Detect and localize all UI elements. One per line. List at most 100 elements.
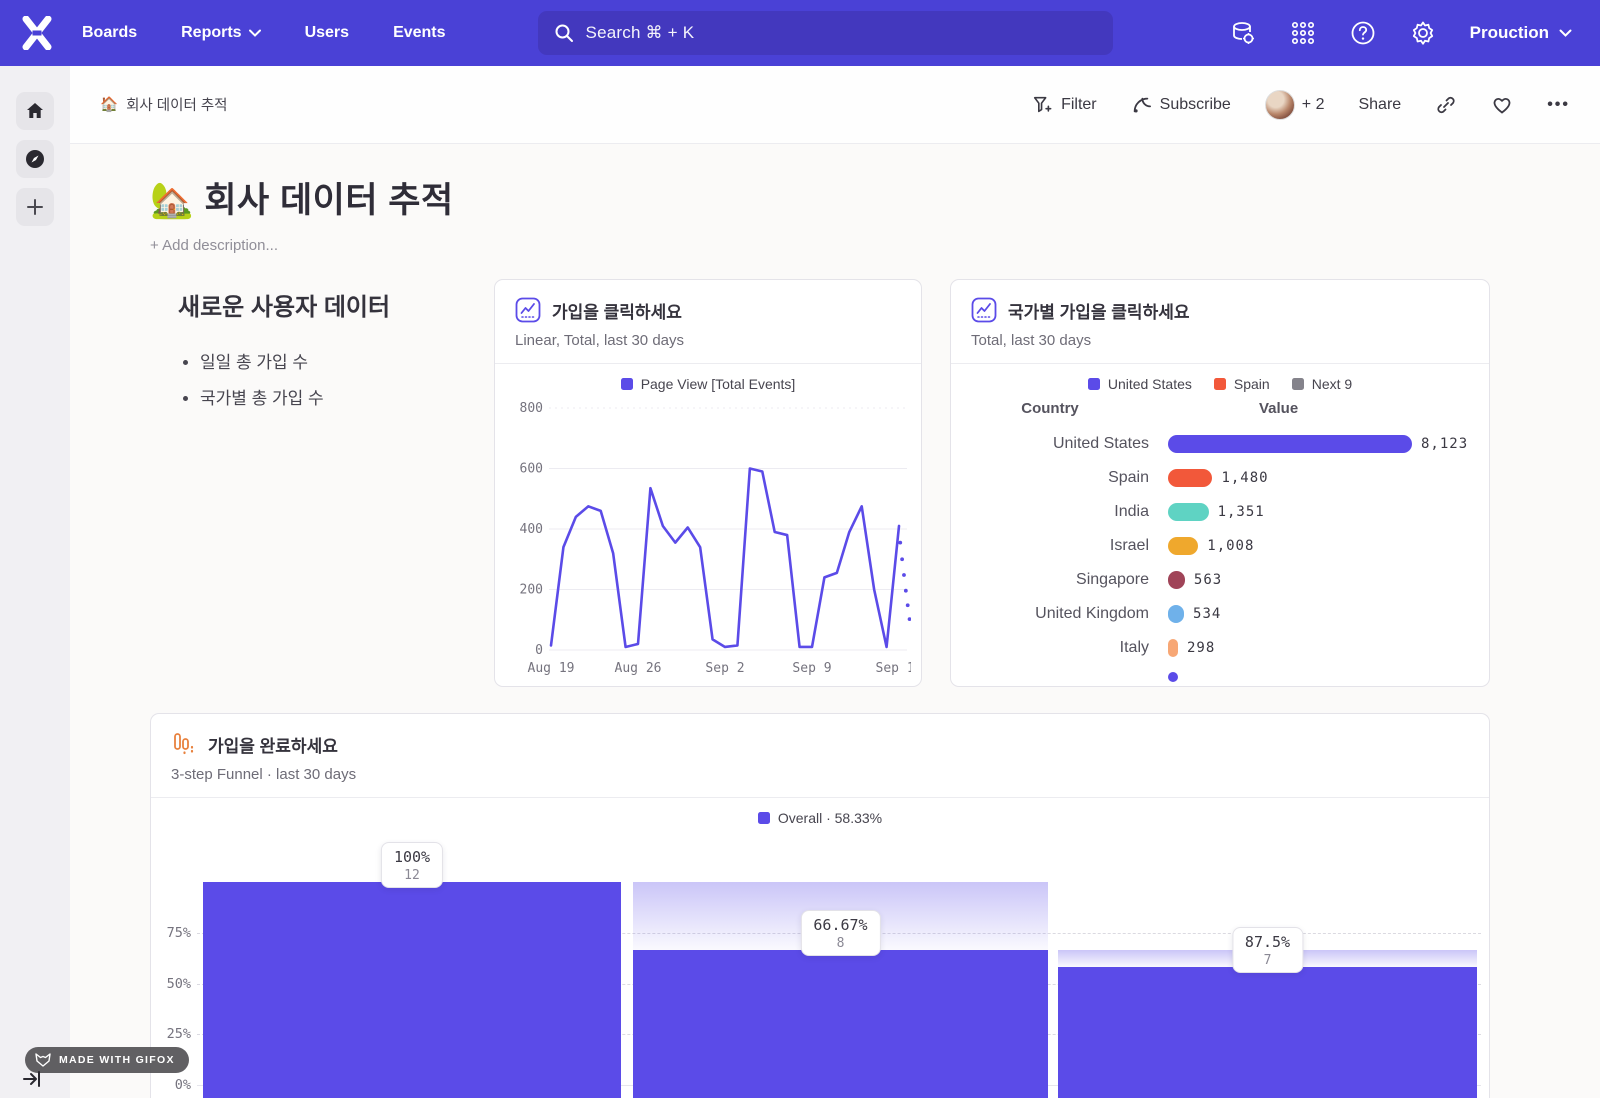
legend-item[interactable]: Page View [Total Events]	[621, 376, 796, 392]
text-tile[interactable]: 새로운 사용자 데이터 일일 총 가입 수국가별 총 가입 수	[150, 279, 480, 687]
more-menu-button[interactable]: •••	[1547, 96, 1570, 114]
table-row[interactable]: Singapore 563	[951, 563, 1489, 597]
line-chart-legend: Page View [Total Events]	[495, 376, 921, 392]
legend-swatch	[1088, 378, 1100, 390]
nav-item-events[interactable]: Events	[393, 24, 445, 42]
table-row[interactable]: India1,351	[951, 495, 1489, 529]
legend-label: United States	[1108, 376, 1192, 392]
legend-swatch	[1214, 378, 1226, 390]
nav-items: Boards Reports Users Events	[82, 24, 446, 42]
bar-chart-legend: United States Spain Next 9	[951, 376, 1489, 392]
filter-button[interactable]: Filter	[1032, 95, 1097, 115]
chevron-down-icon	[249, 29, 261, 37]
home-icon	[25, 101, 45, 121]
breadcrumb[interactable]: 🏠 회사 데이터 추적	[100, 94, 228, 115]
help-icon[interactable]	[1350, 20, 1376, 46]
y-axis-tick: 400	[520, 522, 543, 537]
country-label: United States	[951, 435, 1149, 453]
value-label: 563	[1194, 572, 1222, 588]
search-input[interactable]: Search ⌘ + K	[538, 11, 1113, 55]
text-tile-heading: 새로운 사용자 데이터	[178, 287, 470, 322]
line-chart-card[interactable]: 가입을 클릭하세요 Linear, Total, last 30 days Pa…	[494, 279, 922, 687]
apps-grid-icon[interactable]	[1290, 20, 1316, 46]
country-label: Singapore	[951, 571, 1149, 589]
text-tile-bullets: 일일 총 가입 수국가별 총 가입 수	[200, 348, 470, 409]
table-row[interactable]: Spain 1,480	[951, 461, 1489, 495]
filter-funnel-icon	[1032, 95, 1052, 115]
page-title: 🏡 회사 데이터 추적	[150, 172, 1600, 223]
step-count: 12	[394, 868, 430, 883]
subscribe-button[interactable]: Subscribe	[1131, 95, 1231, 115]
incomplete-data-dot	[906, 603, 910, 607]
incomplete-data-dot	[900, 557, 904, 561]
search-placeholder: Search ⌘ + K	[586, 23, 695, 43]
board-header-bar: 🏠 회사 데이터 추적 Filter Subscribe + 2 Share •…	[70, 66, 1600, 144]
value-label: 1,480	[1221, 470, 1268, 486]
insights-chart-icon	[515, 297, 541, 323]
incomplete-data-dot	[902, 573, 906, 577]
value-label: 1,008	[1207, 538, 1254, 554]
project-switcher[interactable]: Prouction	[1470, 23, 1572, 43]
step-count: 7	[1245, 953, 1290, 968]
step-conversion-pct: 100%	[394, 848, 430, 866]
step-count: 8	[813, 936, 867, 951]
funnel-chart-card[interactable]: 가입을 완료하세요 3-step Funnel · last 30 days O…	[150, 713, 1490, 1098]
nav-right-icons: Prouction	[1230, 20, 1600, 46]
legend-item[interactable]: United States	[1088, 376, 1192, 392]
funnel-step-bar[interactable]	[633, 950, 1048, 1098]
bar-chart-subtitle: Total, last 30 days	[971, 332, 1469, 349]
board-content: 🏡 회사 데이터 추적 + Add description... 새로운 사용자…	[70, 144, 1600, 1098]
table-row[interactable]: Israel1,008	[951, 529, 1489, 563]
line-chart-plot[interactable]: 8006004002000Aug 19Aug 26Sep 2Sep 9Sep 1…	[507, 394, 911, 680]
x-axis-tick: Aug 19	[528, 661, 575, 676]
country-label: United Kingdom	[951, 605, 1149, 623]
data-management-icon[interactable]	[1230, 20, 1256, 46]
value-bar	[1168, 571, 1185, 589]
column-header-value: Value	[1259, 400, 1298, 417]
line-series[interactable]	[551, 469, 899, 647]
y-axis-tick: 25%	[153, 1026, 191, 1042]
text-tile-bullet: 국가별 총 가입 수	[200, 384, 470, 409]
share-button[interactable]: Share	[1358, 96, 1401, 114]
bar-chart-card[interactable]: 국가별 가입을 클릭하세요 Total, last 30 days United…	[950, 279, 1490, 687]
line-chart-subtitle: Linear, Total, last 30 days	[515, 332, 901, 349]
collaborators[interactable]: + 2	[1265, 90, 1325, 120]
y-axis-tick: 600	[520, 462, 543, 477]
table-row[interactable]: Italy298	[951, 631, 1489, 665]
table-row[interactable]: United States8,123	[951, 427, 1489, 461]
value-bar	[1168, 503, 1209, 521]
country-label: Spain	[951, 469, 1149, 487]
x-axis-tick: Aug 26	[615, 661, 662, 676]
table-row[interactable]: United Kingdom534	[951, 597, 1489, 631]
sidebar-home-button[interactable]	[16, 92, 54, 130]
text-tile-bullet: 일일 총 가입 수	[200, 348, 470, 373]
collapse-sidebar-icon[interactable]	[22, 1070, 42, 1088]
legend-item[interactable]: Next 9	[1292, 376, 1352, 392]
y-axis-tick: 0%	[153, 1077, 191, 1093]
nav-item-users[interactable]: Users	[305, 24, 349, 42]
settings-gear-icon[interactable]	[1410, 20, 1436, 46]
add-description-field[interactable]: + Add description...	[150, 237, 1600, 254]
x-axis-tick: Sep 2	[705, 661, 744, 676]
step-conversion-pct: 87.5%	[1245, 933, 1290, 951]
mixpanel-logo-icon[interactable]	[22, 16, 52, 50]
rss-icon	[1131, 95, 1151, 115]
value-bar	[1168, 537, 1198, 555]
funnel-step-bar[interactable]	[1058, 967, 1477, 1098]
value-bar	[1168, 639, 1178, 657]
favorite-heart-icon[interactable]	[1491, 94, 1513, 116]
insights-chart-icon	[971, 297, 997, 323]
copy-link-icon[interactable]	[1435, 94, 1457, 116]
page-title-emoji: 🏡	[150, 181, 194, 220]
legend-item[interactable]: Spain	[1214, 376, 1270, 392]
funnel-chart-plot[interactable]: 75%50%25%0%100%1266.67%887.5%7	[151, 714, 1491, 1098]
nav-item-reports[interactable]: Reports	[181, 24, 260, 42]
bar-chart-table: Country Value United States8,123Spain1,4…	[951, 400, 1489, 681]
subscribe-label: Subscribe	[1160, 96, 1231, 114]
top-nav: Boards Reports Users Events Search ⌘ + K	[0, 0, 1600, 66]
funnel-step-bar[interactable]	[203, 882, 621, 1098]
nav-item-boards[interactable]: Boards	[82, 24, 137, 42]
sidebar-create-button[interactable]	[16, 188, 54, 226]
sidebar-explore-button[interactable]	[16, 140, 54, 178]
funnel-step-label: 100% 12	[381, 842, 443, 888]
